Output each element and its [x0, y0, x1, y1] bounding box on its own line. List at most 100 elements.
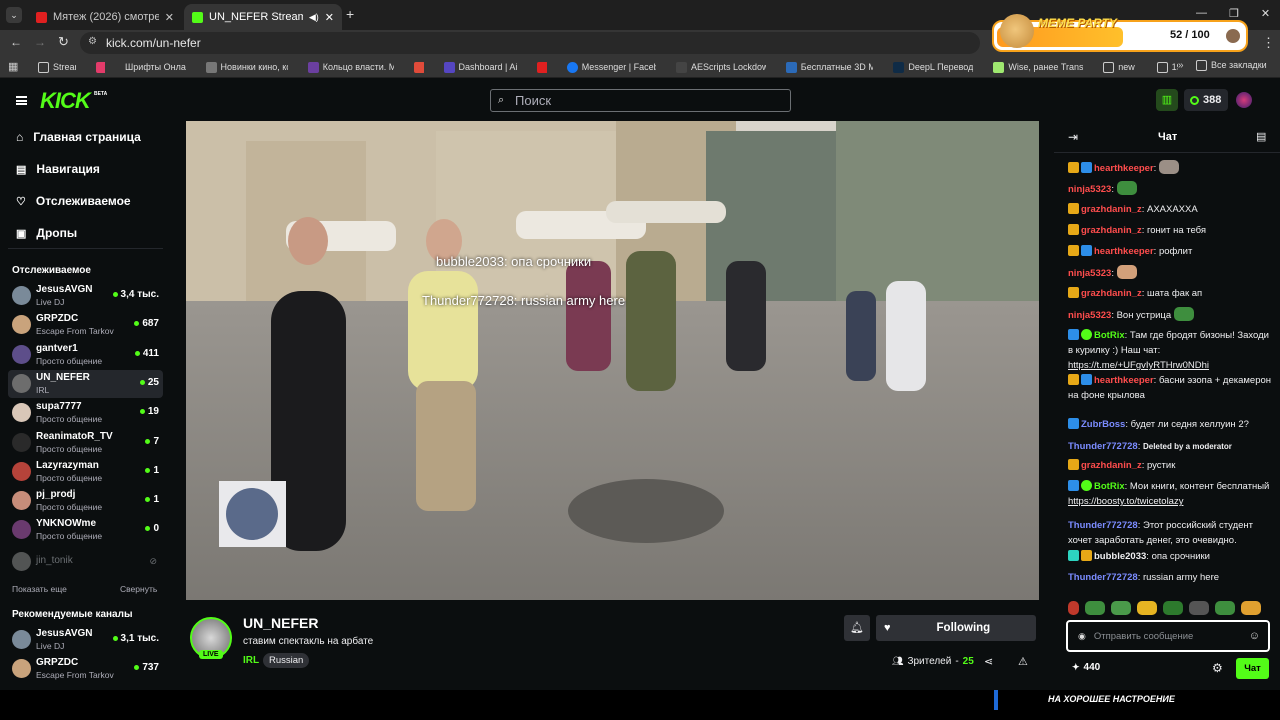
bookmark-item[interactable]: Dashboard | Airbit	[443, 61, 517, 73]
chat-username[interactable]: BotRix	[1094, 330, 1125, 341]
chat-settings-icon[interactable]: ▤	[1256, 130, 1266, 143]
chat-username[interactable]: grazhdanin_z	[1081, 288, 1142, 299]
chat-username[interactable]: ninja5323	[1068, 268, 1111, 279]
sidebar-channel-grpzdc[interactable]: GRPZDC Escape From Tarkov 737	[8, 655, 163, 683]
sidebar-item-browse[interactable]: ▤ Навигация	[16, 162, 100, 176]
sidebar-item-home[interactable]: ⌂ Главная страница	[16, 130, 141, 144]
hamburger-menu-icon[interactable]	[16, 96, 27, 105]
sidebar-channel-un-nefer[interactable]: UN_NEFER IRL 25	[8, 369, 163, 398]
search-input[interactable]: ⌕ Поиск	[490, 89, 791, 112]
chat-username[interactable]: grazhdanin_z	[1081, 225, 1142, 236]
chat-username[interactable]: bubble2033	[1094, 551, 1146, 562]
emote-icon[interactable]	[1189, 601, 1209, 615]
close-icon[interactable]: ✕	[325, 11, 334, 24]
forward-icon[interactable]: →	[34, 35, 46, 49]
language-tag[interactable]: Russian	[263, 653, 310, 668]
new-tab-button[interactable]: +	[346, 6, 354, 22]
bookmark-item[interactable]: DeepL Переводчик	[893, 61, 973, 73]
chat-username[interactable]: Thunder772728	[1068, 441, 1138, 452]
bookmark-item[interactable]: Шрифты Онлайн	[125, 62, 186, 72]
sidebar-channel-gantver1[interactable]: gantver1 Просто общение 411	[8, 341, 163, 369]
close-window-icon[interactable]: ✕	[1261, 7, 1270, 20]
chat-username[interactable]: hearthkeeper	[1094, 246, 1154, 257]
sidebar-channel-grpzdc[interactable]: GRPZDC Escape From Tarkov 687	[8, 311, 163, 339]
chat-link[interactable]: https://boosty.to/twicetolazy	[1068, 496, 1183, 507]
bookmark-item[interactable]: Бесплатные 3D Мо...	[785, 61, 873, 73]
stats-icon[interactable]: ▥	[1156, 89, 1178, 111]
sidebar-item-drops[interactable]: ▣ Дропы	[16, 226, 77, 240]
chat-username[interactable]: ninja5323	[1068, 310, 1111, 321]
send-chat-button[interactable]: Чат	[1236, 658, 1269, 679]
user-avatar[interactable]	[1236, 92, 1252, 108]
site-info-icon[interactable]: ⚙	[88, 36, 97, 47]
chat-input[interactable]: ◉ Отправить сообщение ☺	[1066, 620, 1270, 652]
kick-logo[interactable]: KICK	[40, 88, 91, 114]
bookmark-item[interactable]: Stream	[38, 61, 76, 73]
chat-username[interactable]: ZubrBoss	[1081, 419, 1125, 430]
emote-icon[interactable]	[1215, 601, 1235, 615]
chat-username[interactable]: hearthkeeper	[1094, 375, 1154, 386]
apps-grid-icon[interactable]: ▦	[8, 60, 18, 73]
bookmark-item[interactable]: Wise, ранее Transfe...	[993, 61, 1083, 73]
chat-link[interactable]: https://t.me/+UFgvIyRTHrw0NDhi	[1068, 360, 1209, 371]
sidebar-channel-reanimator-tv[interactable]: ReanimatoR_TV Просто общение 7	[8, 429, 163, 457]
show-more-link[interactable]: Показать еще	[12, 584, 67, 594]
back-icon[interactable]: ←	[10, 35, 22, 49]
emote-icon[interactable]	[1163, 601, 1183, 615]
bookmark-item[interactable]: Messenger | Facebo...	[566, 61, 656, 73]
emoji-picker-icon[interactable]: ☺	[1249, 630, 1260, 642]
sidebar-channel-lazyrazyman[interactable]: Lazyrazyman Просто общение 1	[8, 458, 163, 486]
meme-party-widget[interactable]: MEME PARTY 52 / 100	[992, 14, 1248, 52]
share-icon[interactable]: ⋖	[984, 655, 993, 668]
chat-username[interactable]: grazhdanin_z	[1081, 460, 1142, 471]
report-icon[interactable]: ⚠	[1018, 655, 1028, 668]
gear-icon[interactable]: ⚙	[1212, 661, 1223, 675]
menu-dots-icon[interactable]: ⋮	[1262, 35, 1275, 51]
sidebar-channel-jesusavgn[interactable]: JesusAVGN Live DJ 3,4 тыс.	[8, 282, 163, 310]
bookmark-item[interactable]: Новинки кино, кот...	[205, 61, 288, 73]
channel-name[interactable]: UN_NEFER	[243, 615, 318, 631]
emote-icon[interactable]	[1068, 601, 1079, 615]
sidebar-channel-ynknowme[interactable]: YNKNOWme Просто общение 0	[8, 516, 163, 544]
chat-username[interactable]: BotRix	[1094, 481, 1125, 492]
bookmark-item[interactable]: new 2	[1103, 61, 1137, 73]
notifications-button[interactable]: 🔔︎	[844, 615, 870, 641]
bookmark-item[interactable]	[537, 61, 547, 73]
sidebar-channel-pj-prodj[interactable]: pj_prodj Просто общение 1	[8, 487, 163, 515]
url-field[interactable]: ⚙ kick.com/un-nefer	[80, 32, 980, 54]
reload-icon[interactable]: ↻	[58, 34, 69, 50]
bookmark-item[interactable]: Кольцо власти. Ми...	[307, 61, 394, 73]
browser-tab-1[interactable]: Мятеж (2026) смотреть онлайн ✕	[28, 4, 182, 30]
bookmark-item[interactable]: 19	[1156, 61, 1178, 73]
collapse-chat-icon[interactable]: ⇥	[1068, 130, 1078, 144]
offline-channel[interactable]: jin_tonik ⊘	[8, 548, 163, 576]
chat-username[interactable]: Thunder772728	[1068, 520, 1138, 531]
video-player[interactable]: bubble2033: опа срочники Thunder772728: …	[186, 121, 1039, 600]
chat-username[interactable]: hearthkeeper	[1094, 163, 1154, 174]
minimize-icon[interactable]: —	[1196, 7, 1207, 20]
emote-icon[interactable]	[1241, 601, 1261, 615]
bookmark-item[interactable]	[95, 61, 106, 73]
chat-username[interactable]: grazhdanin_z	[1081, 204, 1142, 215]
sidebar-channel-jesusavgn[interactable]: JesusAVGN Live DJ 3,1 тыс.	[8, 626, 163, 654]
category-link[interactable]: IRL	[243, 655, 259, 666]
maximize-icon[interactable]: ❐	[1229, 7, 1239, 20]
emote-icon[interactable]	[1085, 601, 1105, 615]
all-bookmarks[interactable]: Все закладки	[1196, 60, 1267, 71]
bookmark-item[interactable]	[414, 61, 424, 73]
bookmark-item[interactable]: AEScripts Lockdown...	[676, 61, 766, 73]
chat-points[interactable]: ✦ 440	[1072, 662, 1100, 673]
emote-icon[interactable]	[1111, 601, 1131, 615]
close-icon[interactable]: ✕	[165, 11, 174, 24]
emote-icon[interactable]	[1137, 601, 1157, 615]
more-bookmarks-icon[interactable]: »	[1178, 60, 1184, 71]
following-button[interactable]: ♥ Following	[876, 615, 1036, 641]
tab-list-chevron-icon[interactable]: ⌄	[6, 7, 22, 23]
browser-tab-2[interactable]: UN_NEFER Stream - Watch ◀) ✕	[184, 4, 342, 30]
sidebar-item-following[interactable]: ♡ Отслеживаемое	[16, 194, 131, 208]
collapse-link[interactable]: Свернуть	[120, 584, 157, 594]
sidebar-channel-supa7777[interactable]: supa7777 Просто общение 19	[8, 399, 163, 427]
chat-username[interactable]: Thunder772728	[1068, 572, 1138, 583]
points-badge[interactable]: 388	[1184, 89, 1228, 111]
chat-username[interactable]: ninja5323	[1068, 184, 1111, 195]
